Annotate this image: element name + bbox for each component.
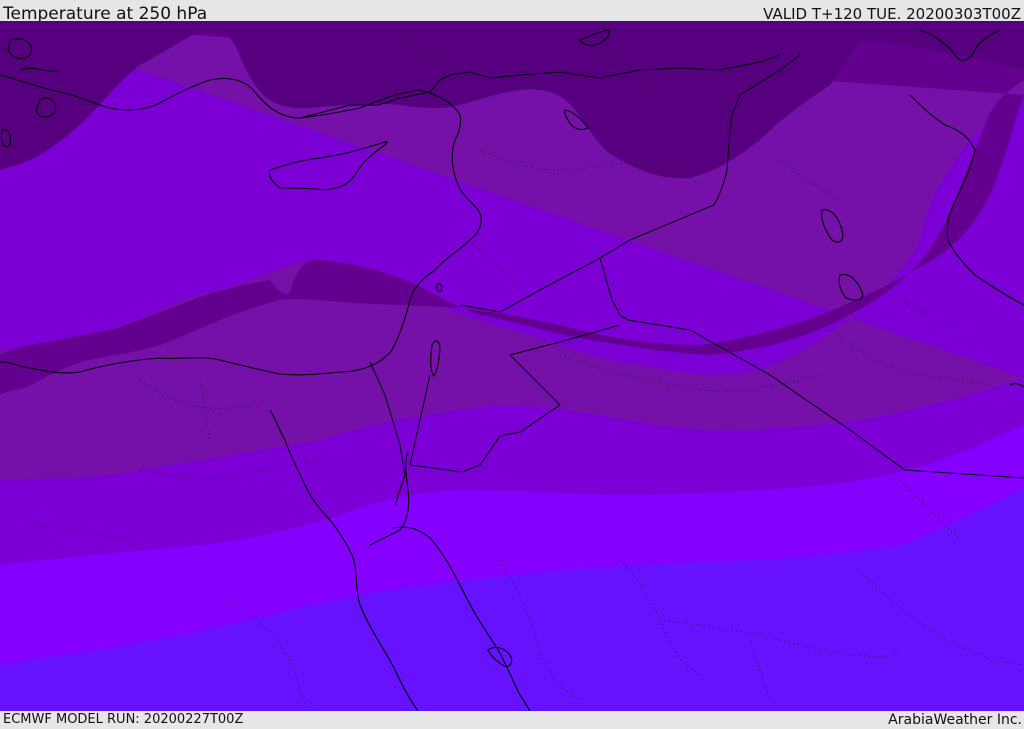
temperature-map[interactable] xyxy=(0,21,1024,711)
model-run-label: ECMWF MODEL RUN: 20200227T00Z xyxy=(3,712,244,727)
header-bar: Temperature at 250 hPa VALID T+120 TUE. … xyxy=(0,0,1024,24)
footer-bar: ECMWF MODEL RUN: 20200227T00Z ArabiaWeat… xyxy=(0,711,1024,729)
credit-label: ArabiaWeather Inc. xyxy=(888,712,1022,728)
